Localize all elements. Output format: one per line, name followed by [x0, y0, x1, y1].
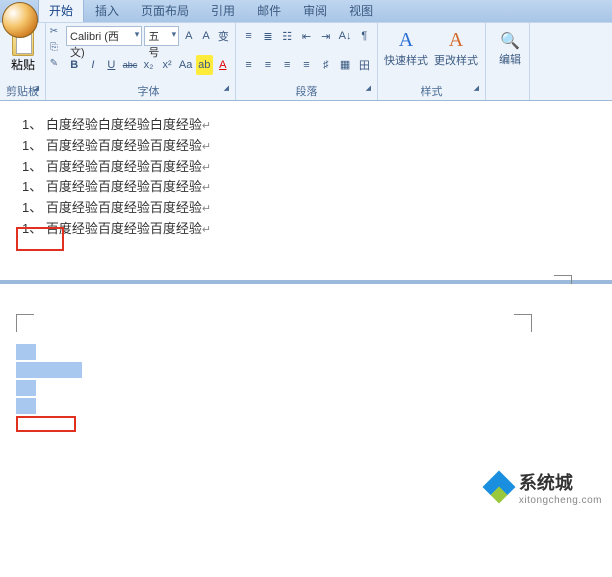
- line-spacing-button[interactable]: ♯: [317, 55, 334, 75]
- crop-mark-icon: [514, 314, 532, 332]
- crop-mark-icon: [16, 314, 34, 332]
- italic-button[interactable]: I: [85, 55, 102, 75]
- document-area[interactable]: 1、 白度经验白度经验白度经验↵ 1、 百度经验百度经验百度经验↵ 1、 百度经…: [0, 101, 612, 280]
- doc-line: 1、 白度经验白度经验白度经验↵: [22, 115, 600, 136]
- office-button[interactable]: [2, 2, 38, 38]
- group-styles: A 快速样式 A 更改样式 样式: [378, 23, 486, 100]
- change-styles-button[interactable]: A 更改样式: [434, 29, 478, 68]
- strike-button[interactable]: abc: [122, 55, 139, 75]
- watermark-sub: xitongcheng.com: [519, 495, 602, 506]
- watermark-logo-icon: [485, 473, 513, 501]
- align-justify-button[interactable]: ≡: [298, 55, 315, 75]
- selection-block: [16, 362, 82, 378]
- group-paragraph: ≡ ≣ ☷ ⇤ ⇥ A↓ ¶ ≡ ≡ ≡ ≡ ♯ ▦ 田 段落: [236, 23, 378, 100]
- tab-layout[interactable]: 页面布局: [130, 0, 200, 22]
- tab-view[interactable]: 视图: [338, 0, 384, 22]
- selection-block: [16, 344, 36, 360]
- align-center-button[interactable]: ≡: [259, 55, 276, 75]
- clipboard-label: 剪贴板: [4, 82, 41, 100]
- tab-review[interactable]: 审阅: [292, 0, 338, 22]
- show-marks-button[interactable]: ¶: [356, 26, 373, 46]
- align-right-button[interactable]: ≡: [279, 55, 296, 75]
- find-button[interactable]: 🔍 编辑: [490, 25, 530, 67]
- watermark-brand: 系统城: [519, 473, 573, 493]
- numbering-button[interactable]: ≣: [259, 26, 276, 46]
- tab-references[interactable]: 引用: [200, 0, 246, 22]
- highlight-button[interactable]: ab: [196, 55, 213, 75]
- tab-mailings[interactable]: 邮件: [246, 0, 292, 22]
- clear-format-button[interactable]: 变: [216, 26, 231, 46]
- font-size-combo[interactable]: 五号: [144, 26, 179, 46]
- ribbon-tabs: 开始 插入 页面布局 引用 邮件 审阅 视图: [0, 0, 612, 22]
- quick-styles-icon: A: [399, 29, 413, 52]
- doc-line: 1、 百度经验百度经验百度经验↵: [22, 136, 600, 157]
- change-case-button[interactable]: Aa: [177, 55, 194, 75]
- styles-label: 样式: [382, 82, 481, 100]
- copy-icon[interactable]: ⎘: [46, 42, 62, 56]
- doc-line: 1、 百度经验百度经验百度经验↵: [22, 177, 600, 198]
- doc-line: 1、 百度经验百度经验百度经验↵: [22, 157, 600, 178]
- paragraph-label: 段落: [240, 82, 373, 100]
- borders-button[interactable]: 田: [356, 55, 373, 75]
- grow-font-button[interactable]: A: [181, 26, 196, 46]
- selection-block: [16, 380, 36, 396]
- font-color-button[interactable]: A: [215, 55, 232, 75]
- font-label: 字体: [66, 82, 231, 100]
- document-area-2[interactable]: 系统城 xitongcheng.com: [0, 284, 612, 514]
- ribbon: 粘贴 剪贴板 ✂ ⎘ ✎ Calibri (西文) 五号 A A 变 B I U…: [0, 22, 612, 100]
- font-name-combo[interactable]: Calibri (西文): [66, 26, 142, 46]
- tab-insert[interactable]: 插入: [84, 0, 130, 22]
- doc-line: 1、 百度经验百度经验百度经验↵: [22, 219, 600, 240]
- format-painter-icon[interactable]: ✎: [46, 58, 62, 72]
- indent-button[interactable]: ⇥: [317, 26, 334, 46]
- shrink-font-button[interactable]: A: [198, 26, 213, 46]
- group-font: Calibri (西文) 五号 A A 变 B I U abc x₂ x² Aa…: [46, 23, 236, 100]
- sort-button[interactable]: A↓: [336, 26, 353, 46]
- selection-block: [16, 398, 36, 414]
- binoculars-icon: 🔍: [500, 31, 520, 51]
- annotation-redbox: [16, 416, 76, 432]
- underline-button[interactable]: U: [103, 55, 120, 75]
- shading-button[interactable]: ▦: [336, 55, 353, 75]
- dedent-button[interactable]: ⇤: [298, 26, 315, 46]
- change-styles-icon: A: [449, 29, 463, 52]
- quick-styles-button[interactable]: A 快速样式: [384, 29, 428, 68]
- paste-label: 粘贴: [11, 56, 35, 73]
- annotation-redbox: [16, 227, 64, 251]
- group-editing: 🔍 编辑: [486, 23, 530, 100]
- watermark: 系统城 xitongcheng.com: [485, 469, 602, 506]
- bullets-button[interactable]: ≡: [240, 26, 257, 46]
- multilevel-button[interactable]: ☷: [279, 26, 296, 46]
- doc-line: 1、 百度经验百度经验百度经验↵: [22, 198, 600, 219]
- cut-icon[interactable]: ✂: [46, 26, 62, 40]
- align-left-button[interactable]: ≡: [240, 55, 257, 75]
- tab-home[interactable]: 开始: [38, 0, 84, 22]
- superscript-button[interactable]: x²: [159, 55, 176, 75]
